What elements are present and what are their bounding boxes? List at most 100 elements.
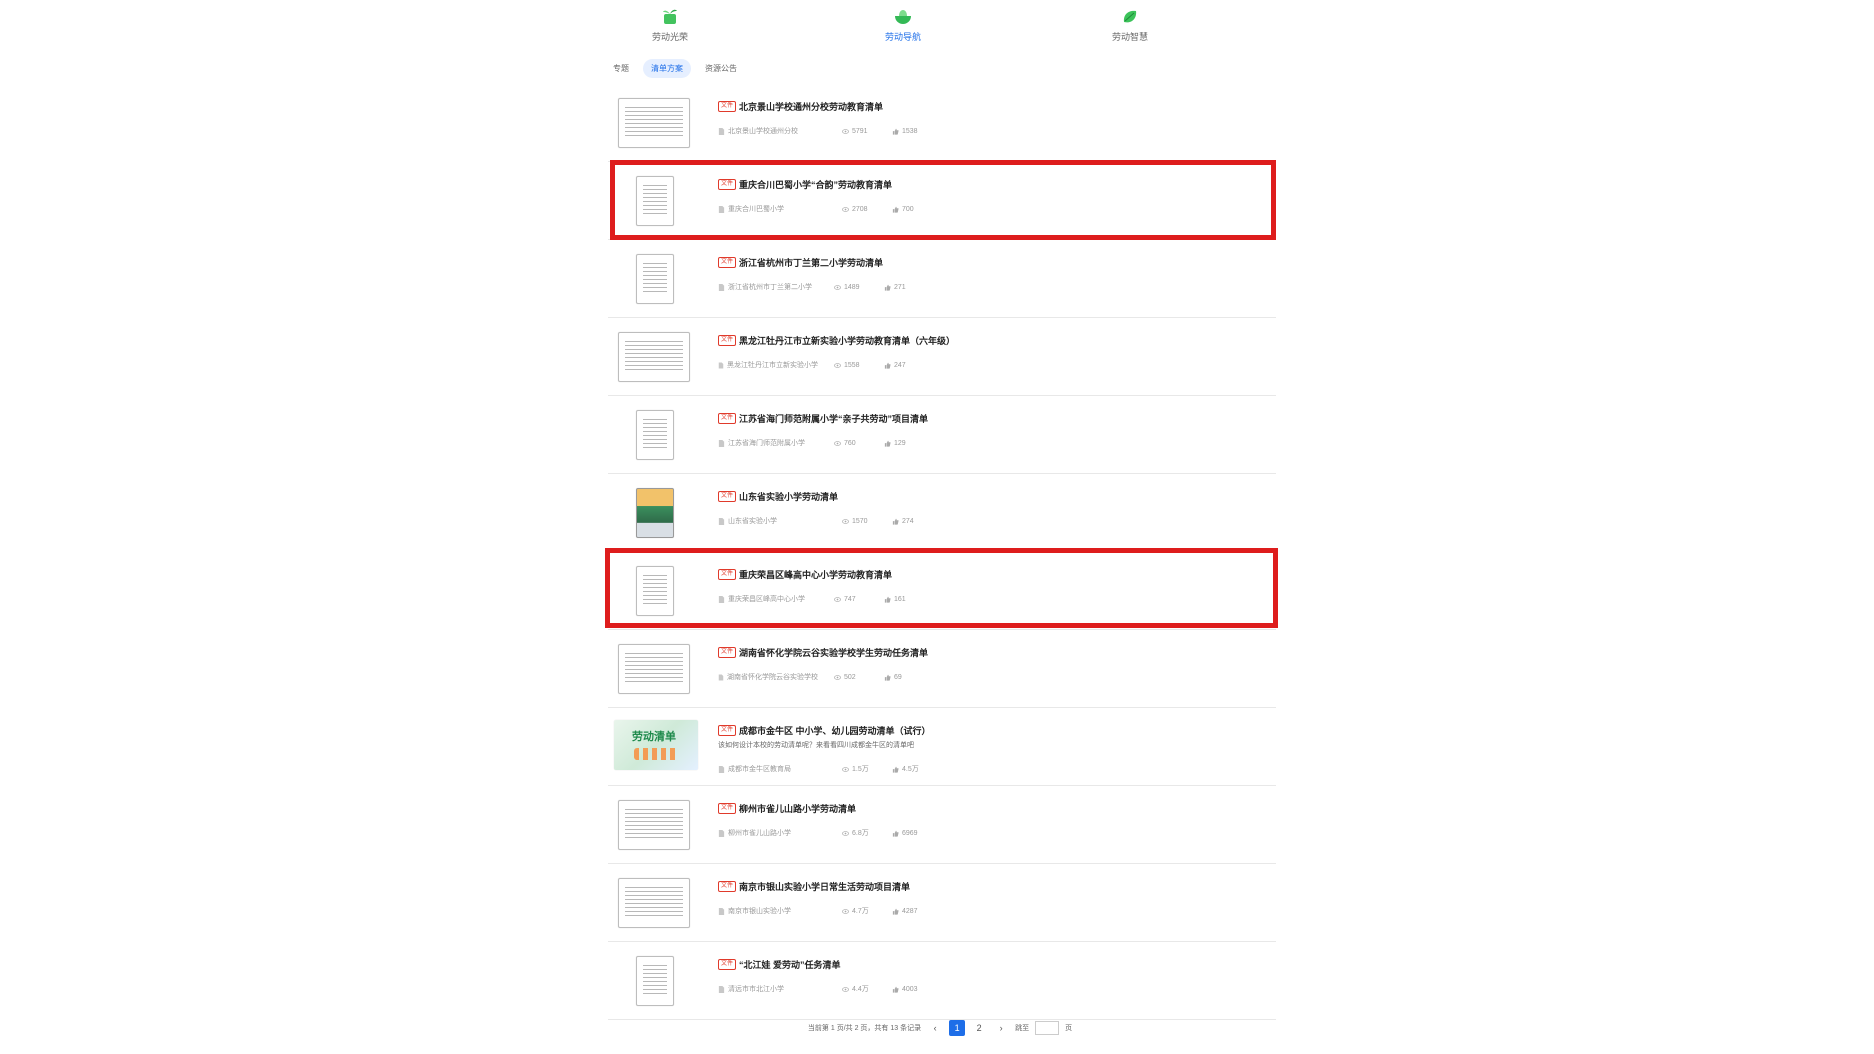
eye-icon: [842, 206, 849, 212]
file-tag: 文件: [718, 412, 737, 424]
nav-item-labor-wisdom[interactable]: 劳动智慧: [1060, 8, 1200, 43]
item-source: 北京景山学校通州分校: [728, 128, 798, 135]
item-title[interactable]: 山东省实验小学劳动清单: [739, 490, 838, 503]
item-meta: 清远市市北江小学 4.4万 4003: [718, 984, 918, 994]
file-tag: 文件: [718, 178, 737, 190]
thumbs-up-icon: [884, 674, 891, 681]
thumbs-up-icon: [884, 440, 891, 447]
item-meta: 江苏省海门师范附属小学 760 129: [718, 438, 906, 448]
item-title[interactable]: 湖南省怀化学院云谷实验学校学生劳动任务清单: [739, 646, 928, 659]
item-meta: 山东省实验小学 1570 274: [718, 516, 914, 526]
list-item[interactable]: 文件 浙江省杭州市丁兰第二小学劳动清单 浙江省杭州市丁兰第二小学 1489 271: [608, 240, 1276, 318]
goto-page-input[interactable]: [1035, 1021, 1060, 1035]
list-item[interactable]: 文件 重庆合川巴蜀小学“合韵”劳动教育清单重庆合川巴蜀小学 2708 700: [608, 162, 1276, 240]
item-source: 成都市金牛区教育局: [728, 766, 791, 773]
like-count: 129: [894, 439, 906, 447]
prev-page-button[interactable]: ‹: [927, 1020, 943, 1036]
document-thumbnail[interactable]: [636, 566, 674, 616]
item-title[interactable]: “北江娃 爱劳动”任务清单: [739, 958, 841, 971]
item-title[interactable]: 成都市金牛区 中小学、幼儿园劳动清单（试行）: [739, 724, 931, 737]
item-meta: 湖南省怀化学院云谷实验学校 502 69: [718, 672, 902, 682]
list-item[interactable]: 文件 北京景山学校通州分校劳动教育清单 北京景山学校通州分校 5791 1538: [608, 84, 1276, 162]
view-count: 747: [844, 595, 856, 603]
document-thumbnail[interactable]: [618, 878, 690, 928]
like-count: 274: [902, 517, 914, 525]
document-thumbnail[interactable]: [636, 410, 674, 460]
item-info: 文件 南京市银山实验小学日常生活劳动项目清单: [718, 879, 1276, 893]
item-title[interactable]: 南京市银山实验小学日常生活劳动项目清单: [739, 880, 910, 893]
item-meta: 重庆合川巴蜀小学 2708 700: [718, 204, 914, 214]
view-count: 4.4万: [852, 986, 869, 993]
item-title[interactable]: 黑龙江牡丹江市立新实验小学劳动教育清单（六年级）: [739, 334, 955, 347]
list-item[interactable]: 文件 “北江娃 爱劳动”任务清单 清远市市北江小学 4.4万 4003: [608, 942, 1276, 1020]
list-item[interactable]: 文件 柳州市雀儿山路小学劳动清单柳州市雀儿山路小学 6.8万 6969: [608, 786, 1276, 864]
nav-item-labor-glory[interactable]: 劳动光荣: [600, 8, 740, 43]
item-source: 柳州市雀儿山路小学: [728, 830, 791, 837]
pagination: 当前第 1 页/共 2 页，共有 13 条记录 ‹ 1 2 › 跳至 页: [600, 1018, 1280, 1038]
like-count: 700: [902, 205, 914, 213]
item-title[interactable]: 重庆荣昌区峰高中心小学劳动教育清单: [739, 568, 892, 581]
list-item[interactable]: 劳动清单 文件 成都市金牛区 中小学、幼儿园劳动清单（试行） 该如何设计本校的劳动清单…: [608, 708, 1276, 786]
list-item[interactable]: 文件 山东省实验小学劳动清单 山东省实验小学 1570 274: [608, 474, 1276, 552]
eye-icon: [842, 518, 849, 524]
list-item[interactable]: 文件 湖南省怀化学院云谷实验学校学生劳动任务清单湖南省怀化学院云谷实验学校 502 6…: [608, 630, 1276, 708]
nav-item-labor-navigation[interactable]: 劳动导航: [833, 8, 973, 43]
item-title[interactable]: 浙江省杭州市丁兰第二小学劳动清单: [739, 256, 883, 269]
thumbs-up-icon: [884, 362, 891, 369]
item-source: 重庆合川巴蜀小学: [728, 206, 784, 213]
item-info: 文件 山东省实验小学劳动清单: [718, 489, 1276, 503]
item-info: 文件 北京景山学校通州分校劳动教育清单: [718, 99, 1276, 113]
item-title[interactable]: 柳州市雀儿山路小学劳动清单: [739, 802, 856, 815]
document-icon: [718, 765, 725, 773]
thumbs-up-icon: [892, 206, 899, 213]
file-tag: 文件: [718, 802, 737, 814]
view-count: 6.8万: [852, 830, 869, 837]
item-title[interactable]: 北京景山学校通州分校劳动教育清单: [739, 100, 883, 113]
document-icon: [718, 907, 725, 915]
like-count: 4003: [902, 985, 918, 993]
tab-checklists[interactable]: 清单方案: [643, 58, 691, 78]
document-icon: [718, 829, 725, 837]
item-info: 文件 湖南省怀化学院云谷实验学校学生劳动任务清单: [718, 645, 1276, 659]
banner-text: 劳动清单: [632, 731, 676, 743]
document-thumbnail[interactable]: [618, 800, 690, 850]
file-tag: 文件: [718, 724, 737, 736]
view-count: 760: [844, 439, 856, 447]
banner-thumbnail[interactable]: 劳动清单: [614, 720, 698, 770]
file-tag: 文件: [718, 100, 737, 112]
thumbs-up-icon: [892, 518, 899, 525]
view-count: 4.7万: [852, 908, 869, 915]
item-title[interactable]: 江苏省海门师范附属小学“亲子共劳动”项目清单: [739, 412, 928, 425]
page-button-1[interactable]: 1: [949, 1020, 966, 1036]
document-thumbnail[interactable]: [618, 98, 690, 148]
thumbs-up-icon: [892, 986, 899, 993]
view-count: 2708: [852, 205, 868, 213]
page-button-2[interactable]: 2: [971, 1020, 987, 1036]
item-info: 文件 江苏省海门师范附属小学“亲子共劳动”项目清单: [718, 411, 1276, 425]
thumbs-up-icon: [892, 830, 899, 837]
document-thumbnail[interactable]: [636, 176, 674, 226]
like-count: 4287: [902, 907, 918, 915]
document-icon: [718, 205, 725, 213]
list-item[interactable]: 文件 南京市银山实验小学日常生活劳动项目清单 南京市银山实验小学 4.7万 4287: [608, 864, 1276, 942]
document-thumbnail[interactable]: [618, 332, 690, 382]
book-cover-thumbnail[interactable]: [636, 488, 674, 538]
tab-topics[interactable]: 专题: [605, 59, 637, 78]
list-item[interactable]: 文件 黑龙江牡丹江市立新实验小学劳动教育清单（六年级） 黑龙江牡丹江市立新实验小学 1…: [608, 318, 1276, 396]
nav-label: 劳动光荣: [651, 32, 688, 42]
eye-icon: [834, 284, 841, 290]
document-thumbnail[interactable]: [636, 956, 674, 1006]
like-count: 271: [894, 283, 906, 291]
thumbs-up-icon: [892, 128, 899, 135]
like-count: 6969: [902, 829, 918, 837]
item-title[interactable]: 重庆合川巴蜀小学“合韵”劳动教育清单: [739, 178, 892, 191]
next-page-button[interactable]: ›: [993, 1020, 1009, 1036]
view-count: 1570: [852, 517, 868, 525]
document-thumbnail[interactable]: [618, 644, 690, 694]
list-item[interactable]: 文件 重庆荣昌区峰高中心小学劳动教育清单 重庆荣昌区峰高中心小学 747 161: [608, 552, 1276, 630]
item-info: 文件 成都市金牛区 中小学、幼儿园劳动清单（试行） 该如何设计本校的劳动清单呢？来看…: [718, 723, 1276, 750]
list-item[interactable]: 文件 江苏省海门师范附属小学“亲子共劳动”项目清单 江苏省海门师范附属小学 760 12…: [608, 396, 1276, 474]
document-thumbnail[interactable]: [636, 254, 674, 304]
tab-resource-notices[interactable]: 资源公告: [697, 59, 745, 78]
item-meta: 黑龙江牡丹江市立新实验小学 1558 247: [718, 360, 906, 370]
